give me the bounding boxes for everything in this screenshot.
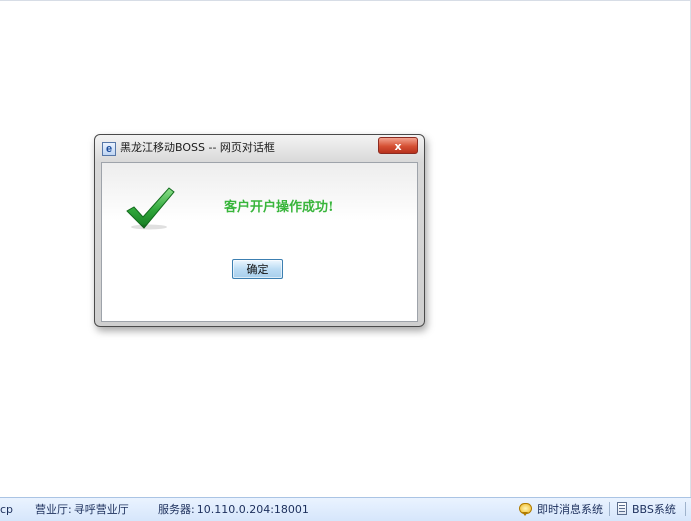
status-server: 服务器: 10.110.0.204:18001 [158,503,309,517]
checkmark-icon [126,187,175,230]
page: e 黑龙江移动BOSS -- 网页对话框 x 客户开户操作成功! 确定 cp 营… [0,0,691,521]
hall-label: 营业厅: [35,503,72,516]
chat-bubble-icon[interactable] [519,503,532,516]
server-label: 服务器: [158,503,195,516]
server-value: 10.110.0.204:18001 [196,503,309,516]
status-hall: 营业厅: 寻呼营业厅 [35,503,129,517]
im-system-link[interactable]: 即时消息系统 [537,503,603,517]
status-divider-right [685,502,686,516]
document-icon[interactable] [617,502,627,515]
dialog-title: 黑龙江移动BOSS -- 网页对话框 [120,141,275,154]
status-divider [609,502,610,516]
web-page-dialog: e 黑龙江移动BOSS -- 网页对话框 x 客户开户操作成功! 确定 [94,134,425,327]
top-border [0,0,691,1]
success-message: 客户开户操作成功! [224,200,334,215]
ie-page-icon: e [102,142,116,156]
dialog-titlebar[interactable]: e 黑龙江移动BOSS -- 网页对话框 x [95,135,424,159]
dialog-content: 客户开户操作成功! 确定 [101,162,418,322]
ok-button[interactable]: 确定 [232,259,283,279]
status-left-fragment: cp [0,503,14,516]
status-bar: cp 营业厅: 寻呼营业厅 服务器: 10.110.0.204:18001 即时消息… [0,497,691,521]
close-button[interactable]: x [378,137,418,154]
hall-value: 寻呼营业厅 [73,503,129,516]
bbs-system-link[interactable]: BBS系统 [632,503,676,517]
